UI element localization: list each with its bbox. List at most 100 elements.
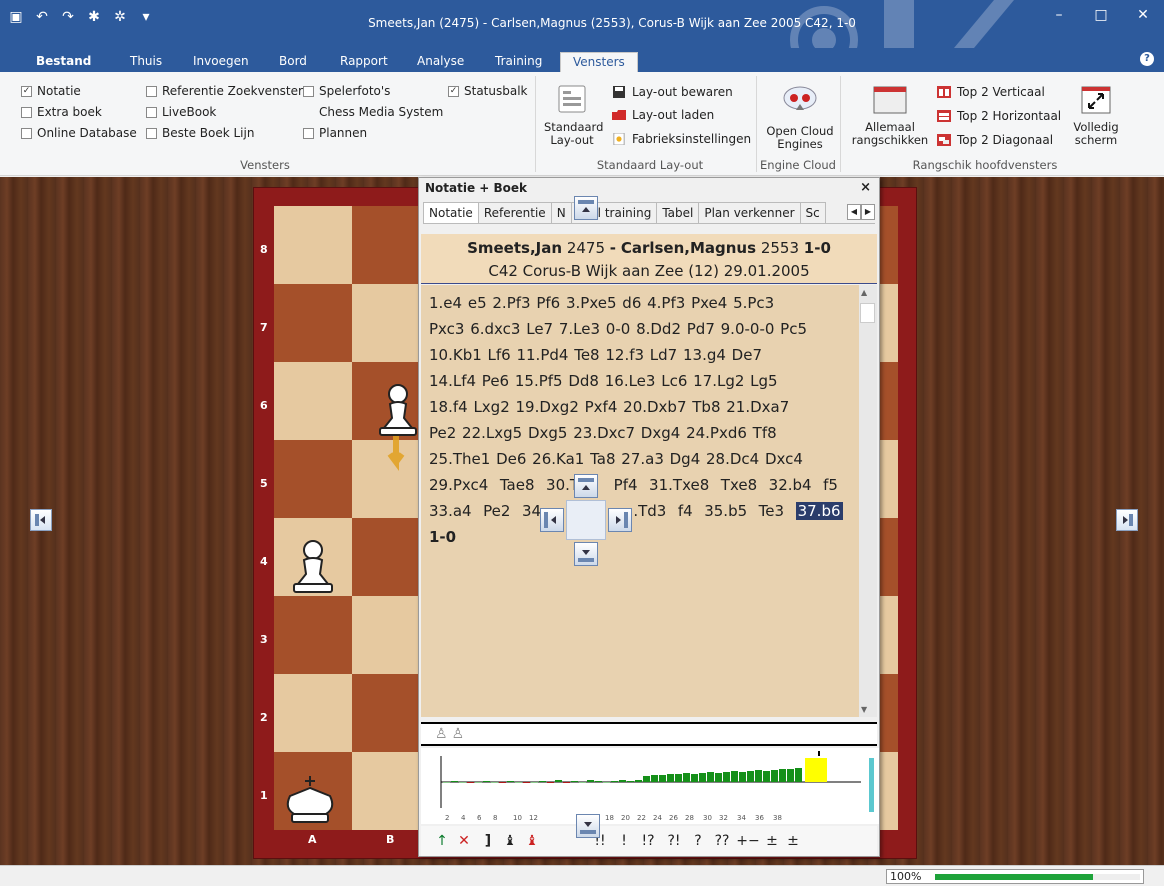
help-icon[interactable]: ? xyxy=(1140,52,1154,66)
floppy-icon xyxy=(613,86,625,98)
eval-bar xyxy=(635,780,642,782)
panel-close-icon[interactable]: × xyxy=(860,180,871,195)
annot-bracket-icon[interactable]: ] xyxy=(477,833,499,849)
eval-tick-label: 36 xyxy=(755,814,764,822)
eval-tick-label: 22 xyxy=(637,814,646,822)
annot-blunder[interactable]: ?? xyxy=(709,833,735,849)
panel-title-bar[interactable]: Notatie + Boek × xyxy=(419,178,879,198)
checkbox-extra-boek[interactable]: Extra boek xyxy=(21,105,102,119)
annot-cross-icon[interactable]: ✕ xyxy=(451,833,477,849)
dock-left-icon[interactable] xyxy=(540,508,564,532)
board-square[interactable] xyxy=(274,674,352,752)
eval-bar xyxy=(515,782,522,783)
eval-bar xyxy=(595,781,602,782)
eval-bar xyxy=(763,771,770,782)
white-pawn-a4-icon[interactable] xyxy=(290,538,336,596)
tab-plan-verkenner[interactable]: Plan verkenner xyxy=(698,202,801,223)
eval-bar xyxy=(523,782,530,783)
checkbox-notatie[interactable]: ✓ Notatie xyxy=(21,84,81,98)
tab-analyse[interactable]: Analyse xyxy=(417,52,464,72)
tab-invoegen[interactable]: Invoegen xyxy=(193,52,249,72)
rank-label: 1 xyxy=(260,789,268,802)
eval-bar xyxy=(507,781,514,782)
current-move[interactable]: 37.b6 xyxy=(795,502,843,520)
checkbox-livebook[interactable]: LiveBook xyxy=(146,105,216,119)
annot-white-winning[interactable]: +− xyxy=(735,833,761,849)
eval-tick-label: 34 xyxy=(737,814,746,822)
layout-icon xyxy=(558,85,586,113)
dock-top-icon[interactable] xyxy=(574,196,598,220)
tab-sc[interactable]: Sc xyxy=(799,202,826,223)
board-square[interactable] xyxy=(274,206,352,284)
volledig-scherm-button[interactable]: Volledig scherm xyxy=(1068,86,1124,147)
notation-text[interactable]: 1.e4 e5 2.Pf3 Pf6 3.Pxe5 d6 4.Pf3 Pxe4 5… xyxy=(421,285,859,717)
tab-scroll-right-icon[interactable]: ▶ xyxy=(861,204,875,220)
annot-mistake[interactable]: ? xyxy=(687,833,709,849)
checkbox-referentie-zoekvenster[interactable]: Referentie Zoekvenster xyxy=(146,84,303,98)
zoom-control[interactable]: 100% xyxy=(886,869,1144,884)
dock-bottom-icon[interactable] xyxy=(574,542,598,566)
top2-verticaal-button[interactable]: Top 2 Verticaal xyxy=(937,85,1045,99)
layout-bewaren-button[interactable]: Lay-out bewaren xyxy=(612,85,733,99)
annot-bishop-icon[interactable]: ♝ xyxy=(499,833,521,849)
tab-referentie[interactable]: Referentie xyxy=(477,202,552,223)
layout-laden-button[interactable]: Lay-out laden xyxy=(612,108,714,122)
white-king-a1-icon[interactable] xyxy=(280,774,340,830)
game-header: Smeets,Jan 2475 - Carlsen,Magnus 2553 1-… xyxy=(421,234,877,284)
annot-good[interactable]: ! xyxy=(613,833,635,849)
dock-right-icon[interactable] xyxy=(608,508,632,532)
top2-horizontaal-button[interactable]: Top 2 Horizontaal xyxy=(937,109,1061,123)
eval-bar xyxy=(571,781,578,782)
cloud-engine-icon xyxy=(783,86,817,110)
scroll-up-icon[interactable]: ▲ xyxy=(861,288,867,297)
board-square[interactable] xyxy=(274,596,352,674)
scroll-down-icon[interactable]: ▼ xyxy=(861,705,867,714)
allemaal-rangschikken-button[interactable]: Allemaal rangschikken xyxy=(848,86,932,147)
annot-white-slightly-better[interactable]: ± xyxy=(783,833,803,849)
tab-scroll-left-icon[interactable]: ◀ xyxy=(847,204,861,220)
pawn-icon: ♙ xyxy=(435,726,448,742)
dock-right-icon[interactable] xyxy=(1116,509,1138,531)
annot-interesting[interactable]: !? xyxy=(635,833,661,849)
board-square[interactable] xyxy=(274,284,352,362)
close-icon[interactable]: ✕ xyxy=(1122,0,1164,30)
fabrieksinstellingen-button[interactable]: Fabrieksinstellingen xyxy=(612,132,751,146)
checkbox-plannen[interactable]: Plannen xyxy=(303,126,367,140)
board-square[interactable] xyxy=(274,362,352,440)
annot-dubious[interactable]: ?! xyxy=(661,833,687,849)
tab-notatie[interactable]: Notatie xyxy=(423,202,479,223)
dock-bottom-icon[interactable] xyxy=(576,814,600,838)
checkbox-beste-boek-lijn[interactable]: Beste Boek Lijn xyxy=(146,126,254,140)
tab-bord[interactable]: Bord xyxy=(279,52,307,72)
annot-bishop-red-icon[interactable]: ♝ xyxy=(521,833,543,849)
evaluation-graph[interactable]: 2 4 6 8 10 12 18 20 22 24 26 28 30 32 34 36 38 xyxy=(421,748,879,824)
tab-n[interactable]: N xyxy=(550,202,572,223)
top2-diagonaal-button[interactable]: Top 2 Diagonaal xyxy=(937,133,1053,147)
checkbox-spelerfotos[interactable]: Spelerfoto's xyxy=(303,84,390,98)
tab-training[interactable]: Training xyxy=(495,52,542,72)
tab-bestand[interactable]: Bestand xyxy=(36,52,91,72)
eval-tick-label: 28 xyxy=(685,814,694,822)
board-square[interactable] xyxy=(274,440,352,518)
open-cloud-engines-button[interactable]: Open Cloud Engines xyxy=(762,84,838,151)
dock-top-icon[interactable] xyxy=(574,474,598,498)
checkbox-statusbalk[interactable]: ✓ Statusbalk xyxy=(448,84,528,98)
maximize-icon[interactable]: □ xyxy=(1080,0,1122,30)
checkbox-chess-media-system[interactable]: Chess Media System xyxy=(303,105,443,119)
dock-left-icon[interactable] xyxy=(30,509,52,531)
minimize-icon[interactable]: – xyxy=(1038,0,1080,30)
annot-white-better[interactable]: ± xyxy=(761,833,783,849)
notation-scrollbar[interactable]: ▲ ▼ xyxy=(859,285,877,717)
eval-bar xyxy=(619,780,626,782)
standaard-layout-button[interactable]: Standaard Lay-out xyxy=(541,84,603,147)
annot-arrow-icon[interactable]: ↑ xyxy=(433,833,451,849)
zoom-slider[interactable] xyxy=(935,874,1140,880)
eval-tick-label: 20 xyxy=(621,814,630,822)
tab-tabel[interactable]: Tabel xyxy=(656,202,700,223)
eval-bar xyxy=(611,781,618,782)
tab-thuis[interactable]: Thuis xyxy=(130,52,162,72)
tab-vensters[interactable]: Vensters xyxy=(560,52,638,72)
tab-rapport[interactable]: Rapport xyxy=(340,52,388,72)
checkbox-online-database[interactable]: Online Database xyxy=(21,126,137,140)
scroll-thumb[interactable] xyxy=(860,303,875,323)
